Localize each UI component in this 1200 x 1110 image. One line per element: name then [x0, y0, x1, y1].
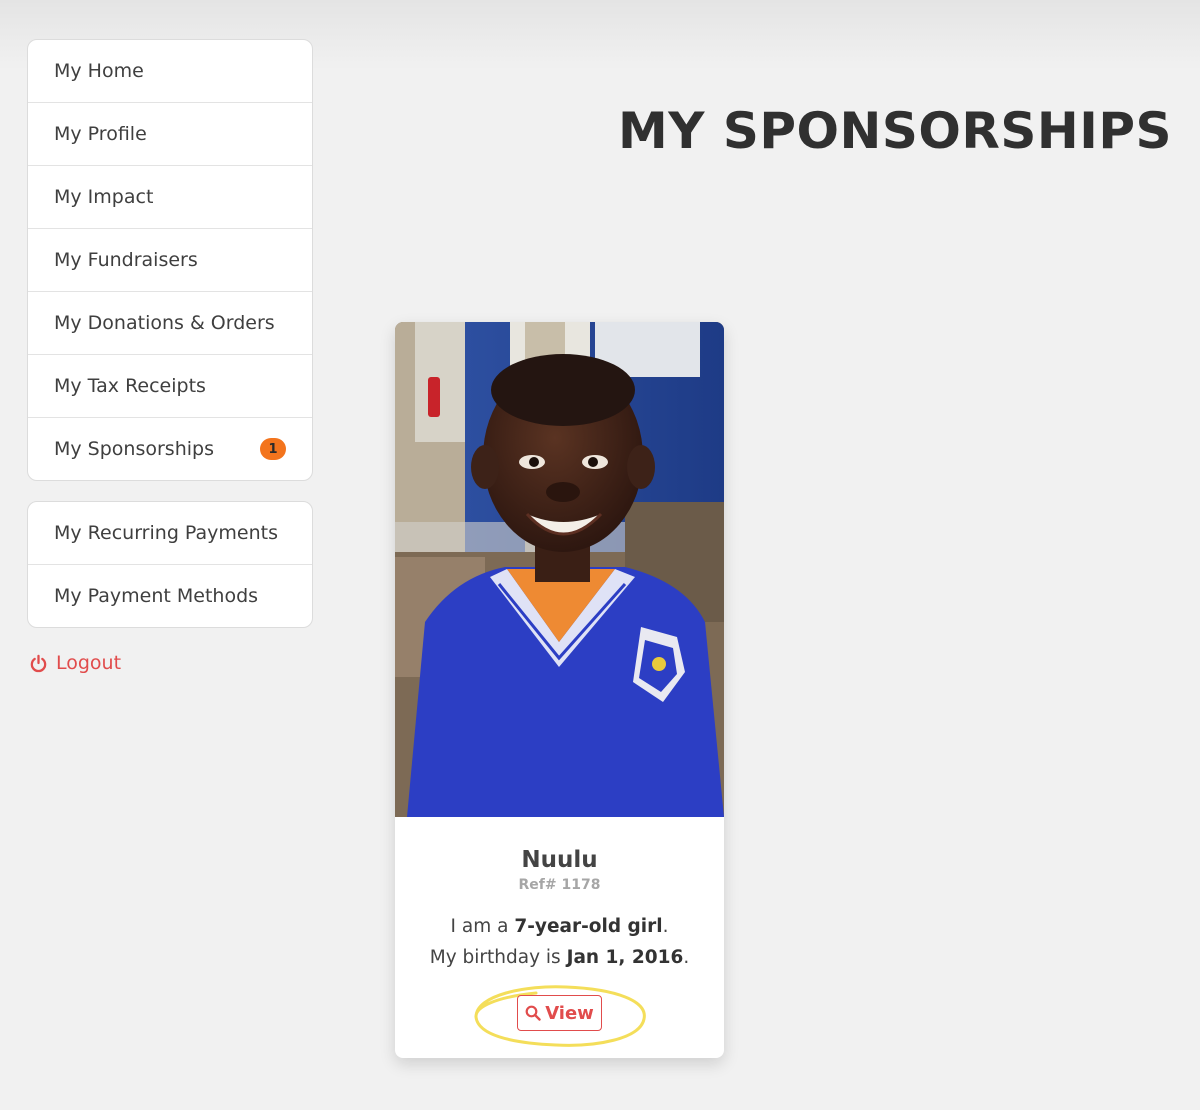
sidebar-item-label: My Profile: [54, 123, 147, 145]
sidebar-item-my-home[interactable]: My Home: [28, 40, 312, 102]
sidebar-item-label: My Fundraisers: [54, 249, 198, 271]
child-ref-number: Ref# 1178: [518, 877, 601, 893]
age-prefix: I am a: [450, 916, 515, 937]
logout-link[interactable]: Logout: [29, 650, 121, 676]
child-birthday-line: My birthday is Jan 1, 2016.: [395, 942, 724, 973]
sidebar-item-my-fundraisers[interactable]: My Fundraisers: [28, 228, 312, 291]
sponsorships-count-badge: 1: [260, 438, 286, 460]
view-button-area: View: [395, 985, 724, 1047]
sidebar-item-label: My Home: [54, 60, 144, 82]
birthday-prefix: My birthday is: [429, 947, 567, 968]
sidebar-item-my-tax-receipts[interactable]: My Tax Receipts: [28, 354, 312, 417]
search-icon: [525, 1005, 541, 1021]
sidebar-item-my-donations-orders[interactable]: My Donations & Orders: [28, 291, 312, 354]
sidebar-item-label: My Tax Receipts: [54, 375, 206, 397]
sidebar-secondary-nav: My Recurring Payments My Payment Methods: [27, 501, 313, 628]
birthday-value: Jan 1, 2016: [566, 947, 684, 968]
sidebar-item-label: My Recurring Payments: [54, 522, 278, 544]
page-title: MY SPONSORSHIPS: [617, 102, 1172, 160]
view-button[interactable]: View: [517, 995, 602, 1031]
sidebar-item-label: My Payment Methods: [54, 585, 259, 607]
sponsorship-card: Nuulu Ref# 1178 I am a 7-year-old girl. …: [395, 322, 724, 1058]
sidebar-item-my-profile[interactable]: My Profile: [28, 102, 312, 165]
sidebar-item-label: My Sponsorships: [54, 438, 214, 460]
child-photo: [395, 322, 724, 817]
card-body: Nuulu Ref# 1178 I am a 7-year-old girl. …: [395, 817, 724, 1047]
sidebar-item-my-impact[interactable]: My Impact: [28, 165, 312, 228]
sidebar-item-my-recurring-payments[interactable]: My Recurring Payments: [28, 502, 312, 564]
sidebar-item-my-sponsorships[interactable]: My Sponsorships 1: [28, 417, 312, 480]
logout-label: Logout: [56, 652, 122, 674]
child-age-line: I am a 7-year-old girl.: [395, 911, 724, 942]
age-value: 7-year-old girl: [514, 916, 663, 937]
child-name: Nuulu: [521, 847, 598, 873]
sidebar-item-label: My Donations & Orders: [54, 312, 275, 334]
sidebar-primary-nav: My Home My Profile My Impact My Fundrais…: [27, 39, 313, 481]
age-suffix: .: [662, 916, 669, 937]
power-icon: [30, 654, 47, 672]
birthday-suffix: .: [683, 947, 690, 968]
sidebar-item-my-payment-methods[interactable]: My Payment Methods: [28, 564, 312, 627]
view-button-label: View: [545, 1002, 594, 1024]
sidebar-item-label: My Impact: [54, 186, 154, 208]
